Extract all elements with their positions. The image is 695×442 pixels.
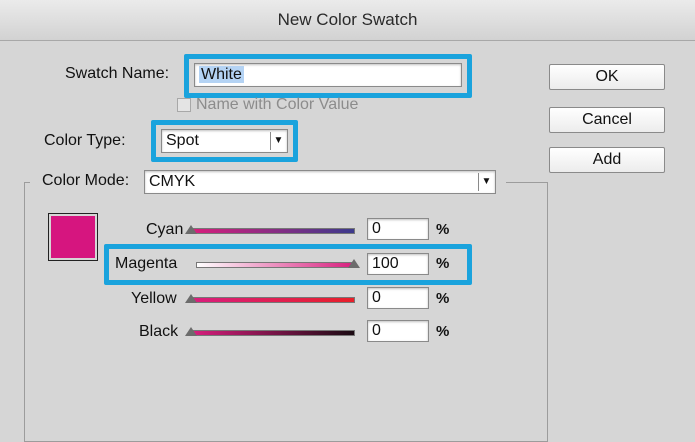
cyan-slider[interactable]	[185, 225, 355, 234]
yellow-label: Yellow	[131, 290, 177, 307]
window-title: New Color Swatch	[0, 0, 695, 41]
color-type-label: Color Type:	[44, 132, 126, 149]
swatch-name-label: Swatch Name:	[65, 65, 170, 82]
cyan-percent: %	[436, 221, 450, 238]
name-with-color-value-label: Name with Color Value	[196, 96, 359, 113]
yellow-slider[interactable]	[185, 294, 355, 303]
yellow-slider-thumb[interactable]	[185, 294, 197, 303]
black-input[interactable]: 0	[367, 320, 429, 342]
yellow-percent: %	[436, 290, 450, 307]
black-label: Black	[139, 323, 179, 340]
color-mode-label: Color Mode:	[42, 172, 130, 189]
name-with-color-value-checkbox[interactable]	[177, 98, 191, 112]
black-slider-thumb[interactable]	[185, 327, 197, 336]
yellow-input[interactable]: 0	[367, 287, 429, 309]
magenta-label: Magenta	[115, 255, 178, 272]
color-preview-swatch	[48, 213, 98, 261]
color-mode-select[interactable]: CMYK ▼	[144, 170, 496, 194]
magenta-input[interactable]: 100	[367, 253, 429, 275]
cyan-input[interactable]: 0	[367, 218, 429, 240]
ok-button[interactable]: OK	[549, 64, 665, 90]
add-button[interactable]: Add	[549, 147, 665, 173]
cyan-slider-thumb[interactable]	[185, 225, 197, 234]
black-slider[interactable]	[185, 327, 355, 336]
magenta-slider-thumb[interactable]	[348, 259, 360, 268]
chevron-down-icon: ▼	[478, 173, 494, 191]
color-mode-value: CMYK	[149, 173, 196, 190]
color-mode-group	[24, 182, 548, 442]
black-percent: %	[436, 323, 450, 340]
dialog-body: Swatch Name: White Name with Color Value…	[0, 41, 695, 442]
color-preview-fill	[51, 216, 95, 258]
cyan-label: Cyan	[146, 221, 184, 238]
magenta-slider[interactable]	[196, 259, 360, 268]
color-type-highlight	[151, 120, 298, 162]
magenta-percent: %	[436, 255, 450, 272]
cancel-button[interactable]: Cancel	[549, 107, 665, 133]
swatch-name-highlight	[184, 54, 472, 98]
